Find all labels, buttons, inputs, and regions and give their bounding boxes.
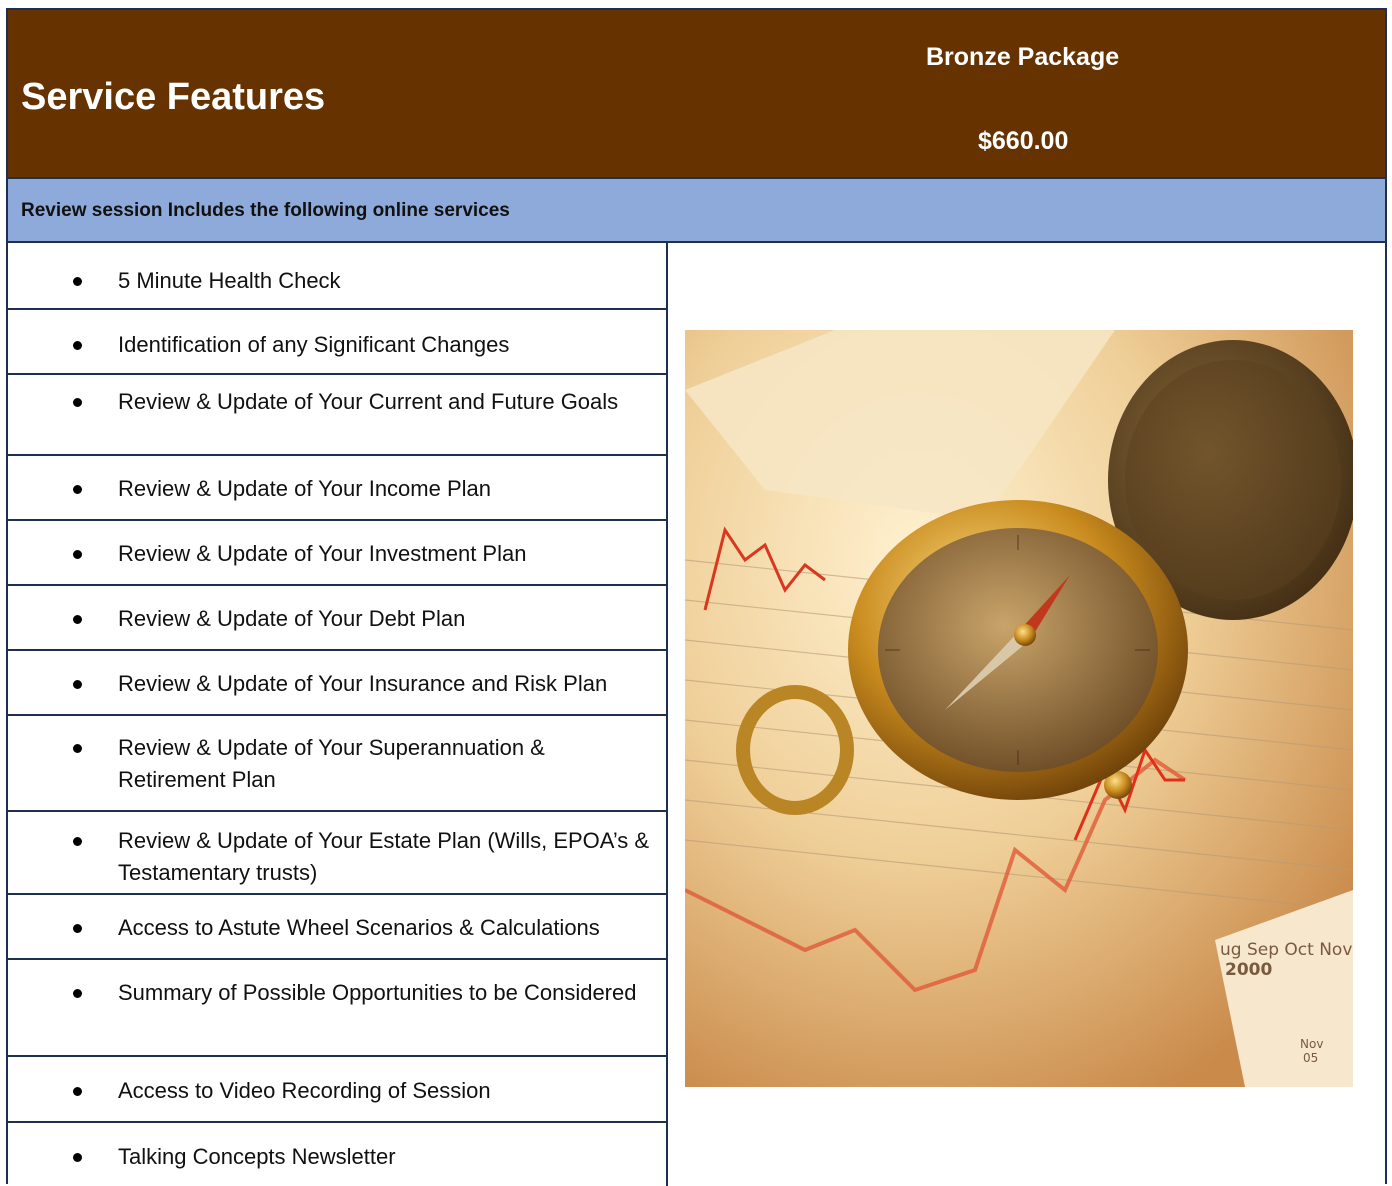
feature-text: Review & Update of Your Debt Plan <box>118 606 466 631</box>
list-item: Review & Update of Your Estate Plan (Wil… <box>8 812 666 895</box>
bullet-icon <box>73 550 82 559</box>
bullet-icon <box>73 341 82 350</box>
feature-text: Review & Update of Your Investment Plan <box>118 541 527 566</box>
bullet-icon <box>73 837 82 846</box>
feature-text: Identification of any Significant Change… <box>118 332 510 357</box>
list-item: Talking Concepts Newsletter <box>8 1123 666 1186</box>
bullet-icon <box>73 1087 82 1096</box>
feature-text: Talking Concepts Newsletter <box>118 1144 396 1169</box>
chart-label-05: 05 <box>1303 1051 1318 1065</box>
feature-text: 5 Minute Health Check <box>118 268 341 293</box>
package-price: $660.00 <box>978 127 1069 155</box>
list-item: Identification of any Significant Change… <box>8 310 666 375</box>
package-name: Bronze Package <box>926 43 1120 71</box>
bullet-icon <box>73 680 82 689</box>
bullet-icon <box>73 398 82 407</box>
bullet-icon <box>73 989 82 998</box>
chart-label-year: 2000 <box>1225 960 1272 980</box>
list-item: Access to Video Recording of Session <box>8 1057 666 1123</box>
feature-list: 5 Minute Health Check Identification of … <box>8 243 668 1186</box>
compass-photo: ug Sep Oct Nov De 2000 Nov 05 <box>685 330 1353 1087</box>
bullet-icon <box>73 744 82 753</box>
bullet-icon <box>73 615 82 624</box>
feature-text: Review & Update of Your Estate Plan (Wil… <box>118 828 650 885</box>
table-header: Service Features Bronze Package $660.00 <box>8 10 1385 179</box>
list-item: 5 Minute Health Check <box>8 243 666 310</box>
list-item: Review & Update of Your Investment Plan <box>8 521 666 586</box>
subheader-text: Review session Includes the following on… <box>21 200 510 221</box>
bullet-icon <box>73 924 82 933</box>
list-item: Review & Update of Your Superannuation &… <box>8 716 666 812</box>
list-item: Review & Update of Your Insurance and Ri… <box>8 651 666 716</box>
list-item: Review & Update of Your Income Plan <box>8 456 666 521</box>
feature-text: Review & Update of Your Superannuation &… <box>118 735 545 792</box>
chart-label-months: ug Sep Oct Nov De <box>1220 940 1353 960</box>
feature-text: Access to Astute Wheel Scenarios & Calcu… <box>118 915 600 940</box>
page: Service Features Bronze Package $660.00 … <box>0 0 1392 1186</box>
feature-text: Review & Update of Your Insurance and Ri… <box>118 671 608 696</box>
feature-text: Review & Update of Your Current and Futu… <box>118 389 619 414</box>
bullet-icon <box>73 485 82 494</box>
bullet-icon <box>73 1153 82 1162</box>
list-item: Access to Astute Wheel Scenarios & Calcu… <box>8 895 666 960</box>
chart-label-nov: Nov <box>1300 1037 1323 1051</box>
feature-text: Review & Update of Your Income Plan <box>118 476 492 501</box>
list-item: Summary of Possible Opportunities to be … <box>8 960 666 1057</box>
feature-text: Summary of Possible Opportunities to be … <box>118 980 637 1005</box>
feature-text: Access to Video Recording of Session <box>118 1078 491 1103</box>
page-title: Service Features <box>21 76 326 118</box>
compass-illustration: ug Sep Oct Nov De 2000 Nov 05 <box>685 330 1353 1087</box>
list-item: Review & Update of Your Debt Plan <box>8 586 666 651</box>
bullet-icon <box>73 277 82 286</box>
section-subheader: Review session Includes the following on… <box>8 179 1385 243</box>
list-item: Review & Update of Your Current and Futu… <box>8 375 666 456</box>
